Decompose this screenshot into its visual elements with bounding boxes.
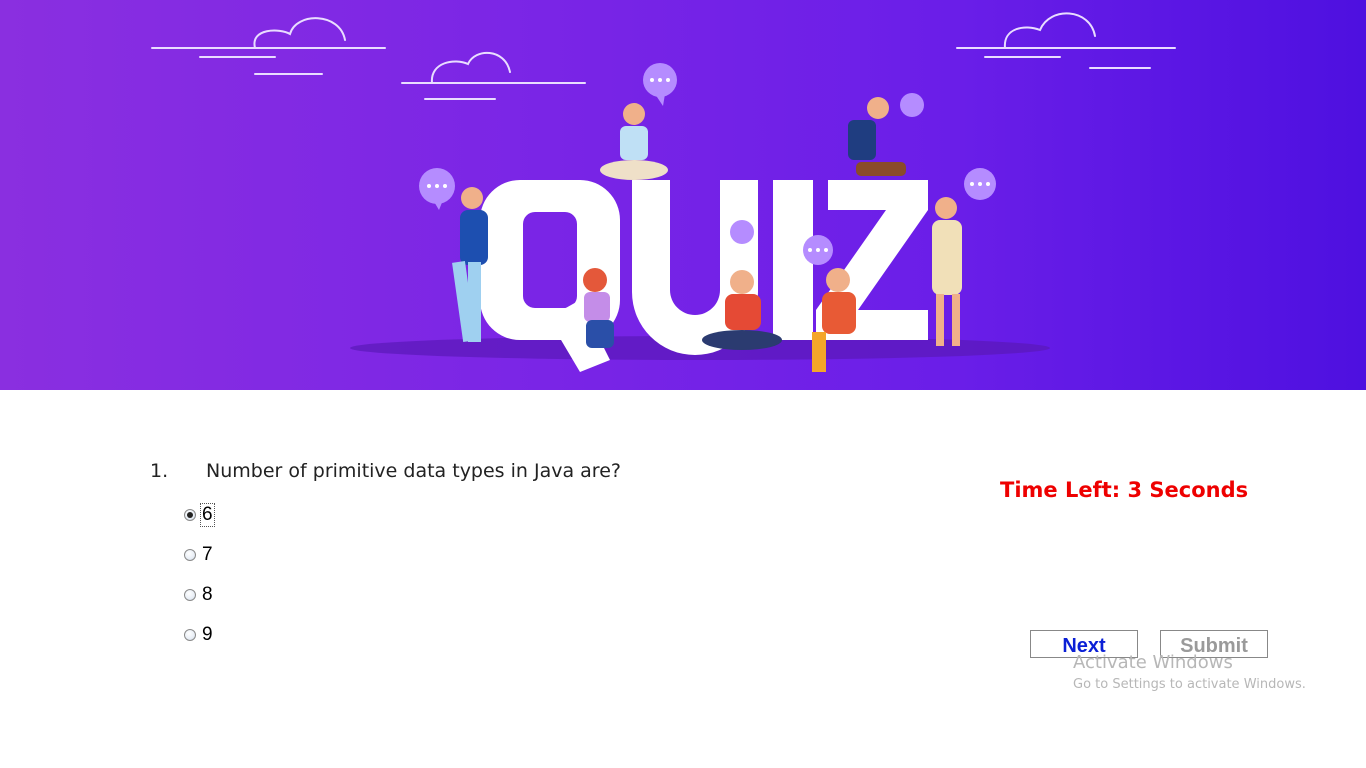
option-label: 9 <box>202 624 213 645</box>
radio-button[interactable] <box>184 549 196 561</box>
option-9[interactable]: 9 <box>184 622 214 648</box>
option-7[interactable]: 7 <box>184 542 214 568</box>
quiz-banner <box>0 0 1366 390</box>
activate-windows-watermark: Activate Windows Go to Settings to activ… <box>1073 652 1306 692</box>
radio-button[interactable] <box>184 629 196 641</box>
question-text: 1. Number of primitive data types in Jav… <box>150 460 621 482</box>
watermark-subtitle: Go to Settings to activate Windows. <box>1073 677 1306 692</box>
time-left-label: Time Left: 3 Seconds <box>1000 478 1249 502</box>
question-number: 1. <box>150 460 169 482</box>
watermark-title: Activate Windows <box>1073 652 1233 673</box>
option-label: 6 <box>200 503 215 527</box>
radio-button-checked[interactable] <box>184 509 196 521</box>
option-8[interactable]: 8 <box>184 582 214 608</box>
option-6[interactable]: 6 <box>184 502 215 528</box>
radio-button[interactable] <box>184 589 196 601</box>
option-label: 7 <box>202 544 213 565</box>
question-label: Number of primitive data types in Java a… <box>206 460 621 482</box>
option-label: 8 <box>202 584 213 605</box>
quiz-illustration <box>151 12 1176 372</box>
